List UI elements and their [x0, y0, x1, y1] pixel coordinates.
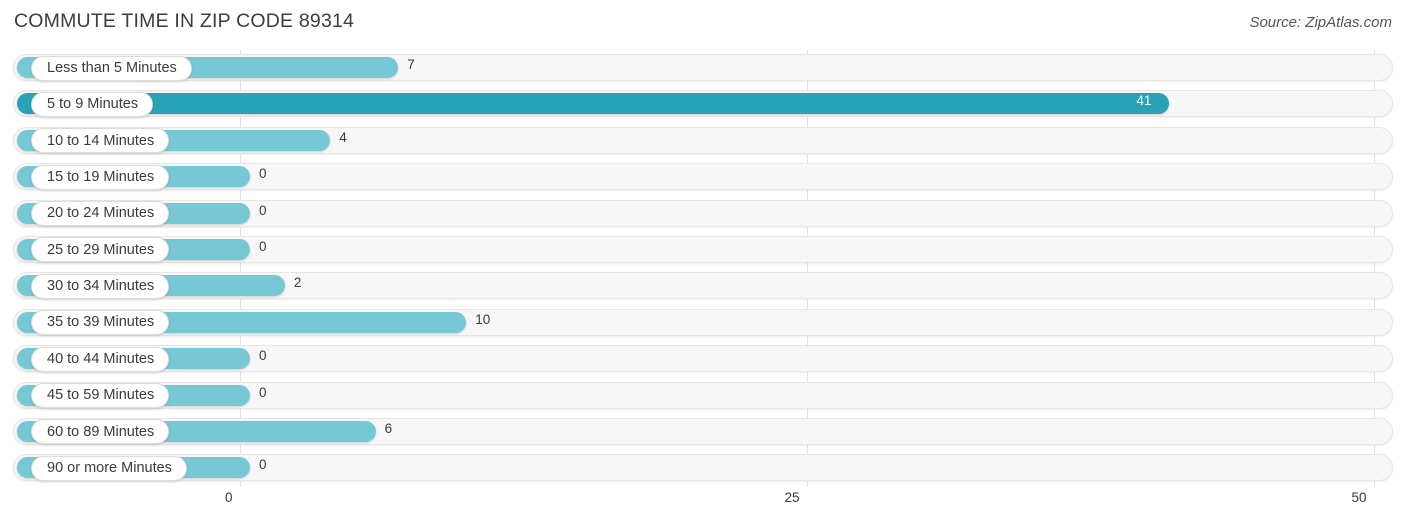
bar-row[interactable]: 5 to 9 Minutes 41: [0, 86, 1406, 122]
x-axis-tick: 50: [1351, 490, 1367, 505]
category-label: 35 to 39 Minutes: [47, 314, 155, 331]
category-label: 20 to 24 Minutes: [47, 205, 155, 222]
plot-area: Less than 5 Minutes 7 5 to 9 Minutes 41 10 t…: [0, 50, 1406, 488]
category-label-pill: 15 to 19 Minutes: [31, 164, 170, 190]
bar-row[interactable]: 90 or more Minutes 0: [0, 450, 1406, 486]
bar-value-label: 4: [339, 129, 347, 145]
bar-row[interactable]: 25 to 29 Minutes 0: [0, 232, 1406, 268]
category-label-pill: 40 to 44 Minutes: [31, 346, 170, 372]
category-label-pill: 25 to 29 Minutes: [31, 237, 170, 263]
bar-row[interactable]: 40 to 44 Minutes 0: [0, 341, 1406, 377]
x-axis-tick: 0: [224, 490, 233, 505]
bar-value-label: 0: [259, 348, 267, 364]
x-axis-tick: 25: [784, 490, 800, 505]
category-label-pill: 20 to 24 Minutes: [31, 201, 170, 227]
bar-row[interactable]: 10 to 14 Minutes 4: [0, 123, 1406, 159]
category-label-pill: 5 to 9 Minutes: [31, 91, 154, 117]
category-label-pill: 45 to 59 Minutes: [31, 383, 170, 409]
bar-value-label: 0: [259, 384, 267, 400]
category-label: 5 to 9 Minutes: [47, 96, 139, 113]
x-axis: 0 25 50: [0, 487, 1406, 523]
category-label-pill: 10 to 14 Minutes: [31, 128, 170, 154]
bar-value-label: 10: [475, 311, 491, 327]
category-label: 30 to 34 Minutes: [47, 278, 155, 295]
category-label: 45 to 59 Minutes: [47, 387, 155, 404]
bar-value-label: 0: [259, 238, 267, 254]
category-label: 40 to 44 Minutes: [47, 350, 155, 367]
category-label: 15 to 19 Minutes: [47, 168, 155, 185]
bar-row[interactable]: 45 to 59 Minutes 0: [0, 378, 1406, 414]
bar-value-label: 0: [259, 457, 267, 473]
category-label: Less than 5 Minutes: [47, 59, 177, 76]
category-label-pill: 35 to 39 Minutes: [31, 310, 170, 336]
category-label: 10 to 14 Minutes: [47, 132, 155, 149]
bar-value-label: 6: [384, 420, 393, 436]
bar-row[interactable]: 20 to 24 Minutes 0: [0, 196, 1406, 232]
bar-value-label: 0: [259, 166, 267, 182]
category-label: 60 to 89 Minutes: [47, 423, 155, 440]
category-label-pill: 90 or more Minutes: [31, 455, 187, 481]
bar-rows: Less than 5 Minutes 7 5 to 9 Minutes 41 10 t…: [0, 50, 1406, 487]
chart-container: COMMUTE TIME IN ZIP CODE 89314 Source: Z…: [0, 0, 1406, 523]
category-label-pill: 60 to 89 Minutes: [31, 419, 170, 445]
category-label: 25 to 29 Minutes: [47, 241, 155, 258]
bar-row[interactable]: 30 to 34 Minutes 2: [0, 268, 1406, 304]
bar-row[interactable]: 35 to 39 Minutes 10: [0, 305, 1406, 341]
category-label: 90 or more Minutes: [47, 460, 172, 477]
bar-value-label: 41: [1136, 93, 1152, 109]
page-title: COMMUTE TIME IN ZIP CODE 89314: [14, 10, 355, 32]
bar-value-label: 0: [259, 202, 267, 218]
bar-value-label: 2: [293, 275, 302, 291]
bar-row[interactable]: Less than 5 Minutes 7: [0, 50, 1406, 86]
bar-value-label: 7: [407, 57, 415, 72]
category-label-pill: 30 to 34 Minutes: [31, 273, 170, 299]
bar-row[interactable]: 60 to 89 Minutes 6: [0, 414, 1406, 450]
bar[interactable]: [17, 93, 1170, 115]
source-attribution: Source: ZipAtlas.com: [1249, 14, 1392, 31]
category-label-pill: Less than 5 Minutes: [31, 55, 192, 81]
bar-row[interactable]: 15 to 19 Minutes 0: [0, 159, 1406, 195]
